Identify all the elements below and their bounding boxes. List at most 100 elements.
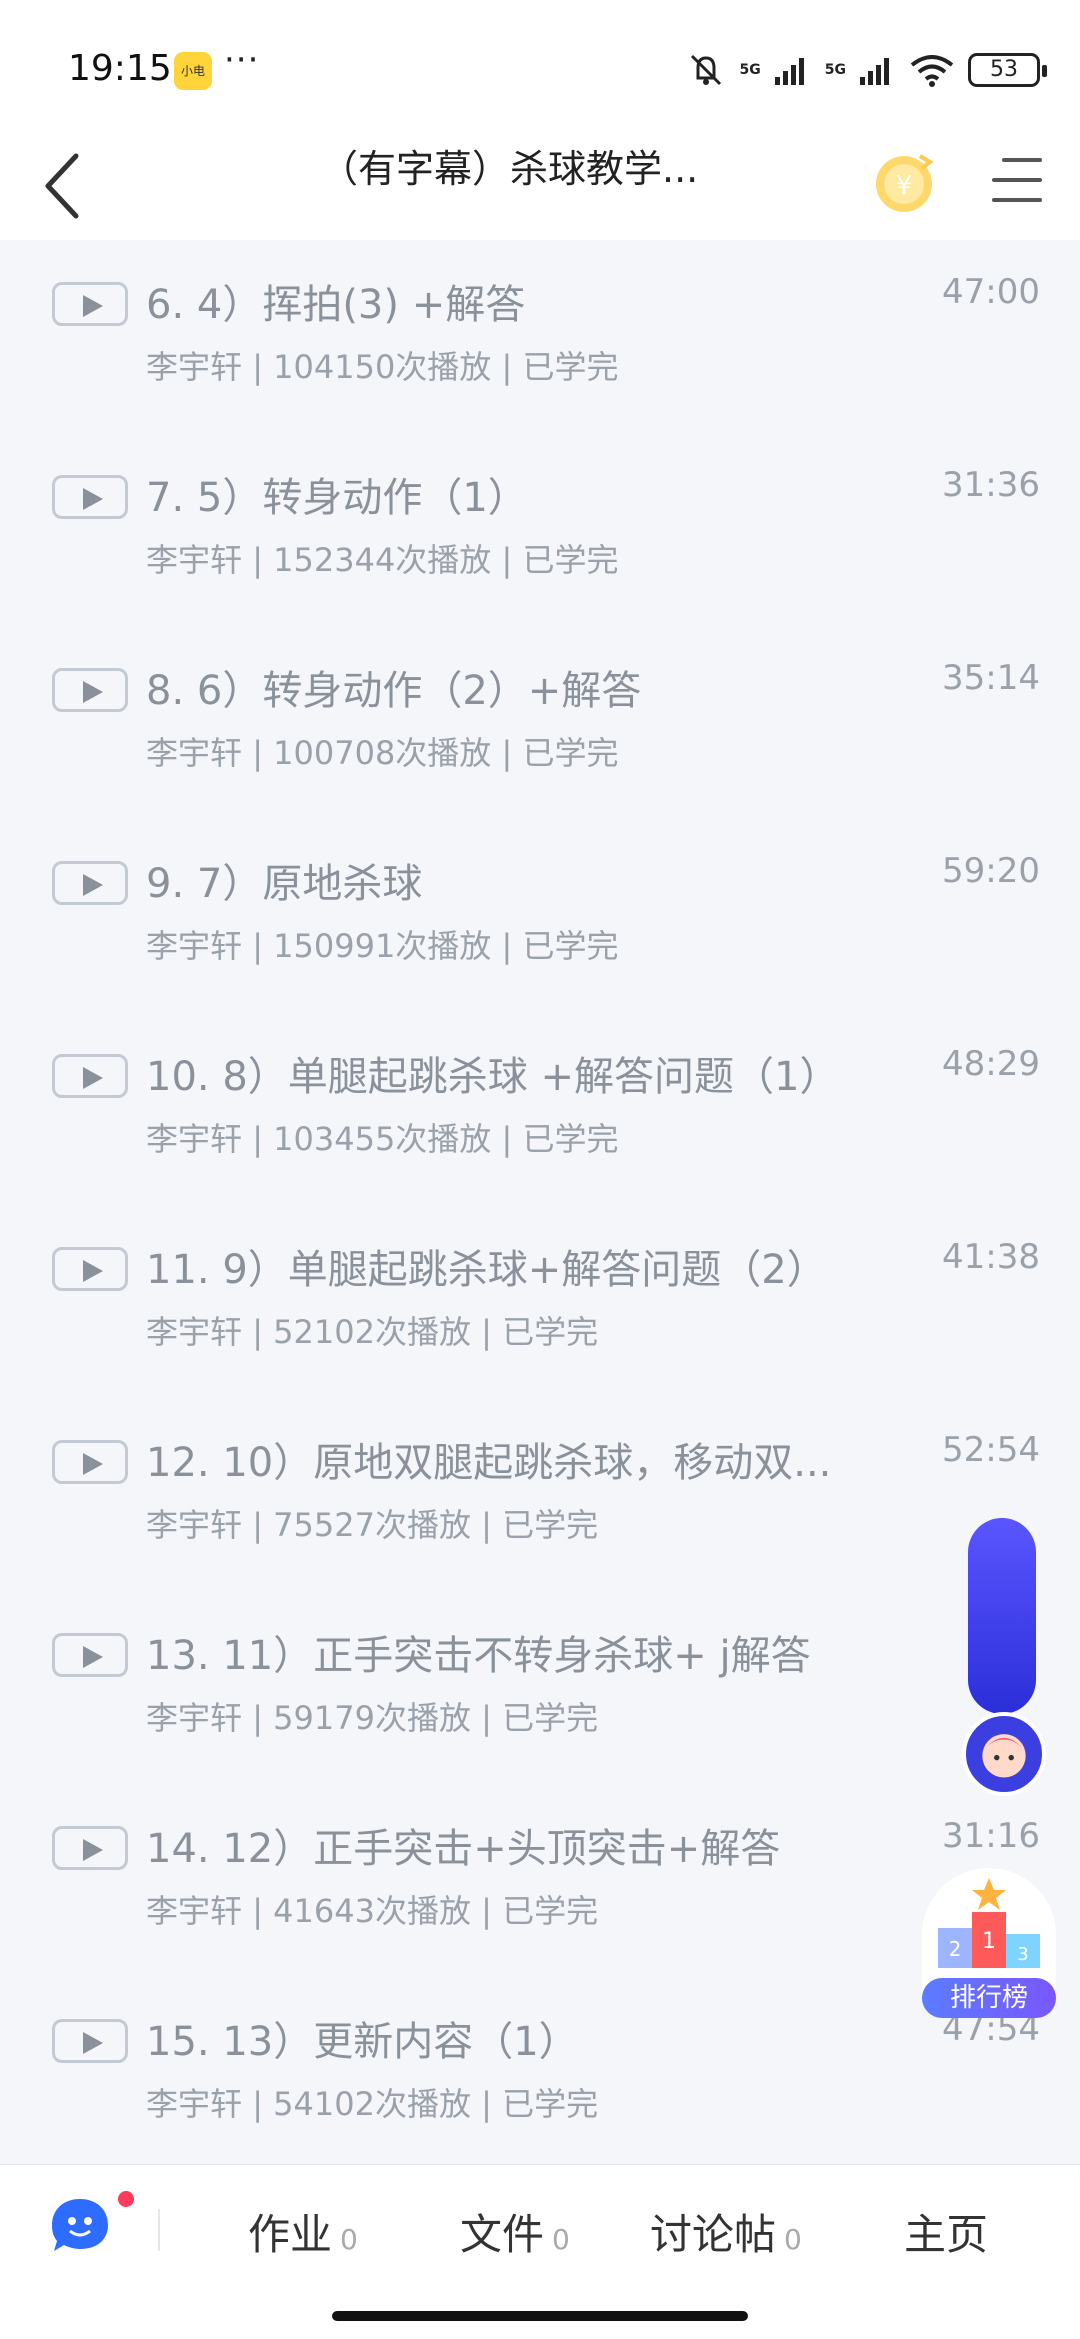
lesson-plays: 54102次播放 xyxy=(273,2085,471,2123)
svg-text:3: 3 xyxy=(1017,1944,1028,1965)
page-title: （有字幕）杀球教学... xyxy=(320,147,699,191)
lesson-title: 15. 13）更新内容（1） xyxy=(146,2019,579,2065)
tab-discussion-label: 讨论帖 xyxy=(650,2210,777,2259)
lesson-item[interactable]: 6. 4）挥拍(3) +解答 李宇轩 | 104150次播放 | 已学完 47:… xyxy=(0,240,1080,433)
lesson-item[interactable]: 8. 6）转身动作（2）+解答 李宇轩 | 100708次播放 | 已学完 35… xyxy=(0,626,1080,819)
lesson-meta: 李宇轩 | 52102次播放 | 已学完 xyxy=(146,1313,599,1351)
lesson-status: 已学完 xyxy=(502,1892,599,1930)
lesson-meta: 李宇轩 | 150991次播放 | 已学完 xyxy=(146,927,619,965)
lesson-title: 13. 11）正手突击不转身杀球+ j解答 xyxy=(146,1633,811,1679)
ranking-button[interactable]: 2 1 3 排行榜 xyxy=(922,1868,1056,2018)
lesson-duration: 48:29 xyxy=(942,1044,1040,1084)
svg-text:1: 1 xyxy=(982,1929,996,1954)
lesson-meta: 李宇轩 | 100708次播放 | 已学完 xyxy=(146,734,619,772)
lesson-list: 6. 4）挥拍(3) +解答 李宇轩 | 104150次播放 | 已学完 47:… xyxy=(0,240,1080,2170)
podium-icon: 2 1 3 xyxy=(938,1878,1040,1968)
lesson-plays: 41643次播放 xyxy=(273,1892,471,1930)
signal-icon-2 xyxy=(860,58,889,85)
lesson-item[interactable]: 10. 8）单腿起跳杀球 +解答问题（1） 李宇轩 | 103455次播放 | … xyxy=(0,1012,1080,1205)
lesson-duration: 35:14 xyxy=(942,658,1040,698)
coin-icon[interactable]: ¥ xyxy=(870,148,940,218)
lesson-status: 已学完 xyxy=(522,1120,619,1158)
lesson-duration: 31:36 xyxy=(942,465,1040,505)
play-icon xyxy=(52,475,128,519)
back-icon[interactable] xyxy=(36,146,96,226)
lesson-item[interactable]: 15. 13）更新内容（1） 李宇轩 | 54102次播放 | 已学完 47:5… xyxy=(0,1977,1080,2170)
tab-files-count: 0 xyxy=(552,2223,570,2256)
play-icon xyxy=(52,1440,128,1484)
lesson-item[interactable]: 9. 7）原地杀球 李宇轩 | 150991次播放 | 已学完 59:20 xyxy=(0,819,1080,1012)
divider xyxy=(158,2209,160,2251)
lesson-plays: 100708次播放 xyxy=(273,734,492,772)
lesson-status: 已学完 xyxy=(522,734,619,772)
lesson-plays: 75527次播放 xyxy=(273,1506,471,1544)
play-icon xyxy=(52,1247,128,1291)
tab-home[interactable]: 主页 xyxy=(904,2201,988,2262)
lesson-meta: 李宇轩 | 54102次播放 | 已学完 xyxy=(146,2085,599,2123)
home-indicator[interactable] xyxy=(332,2311,748,2321)
lesson-title: 7. 5）转身动作（1） xyxy=(146,475,528,521)
app-notification-icon: 小电 xyxy=(174,52,212,90)
tab-files-label: 文件 xyxy=(460,2210,545,2259)
lesson-author: 李宇轩 xyxy=(146,541,243,579)
lesson-author: 李宇轩 xyxy=(146,1506,243,1544)
lesson-plays: 104150次播放 xyxy=(273,348,492,386)
lesson-duration: 47:00 xyxy=(942,272,1040,312)
lesson-author: 李宇轩 xyxy=(146,1699,243,1737)
lesson-author: 李宇轩 xyxy=(146,1892,243,1930)
tab-files[interactable]: 文件 0 xyxy=(460,2201,570,2262)
lesson-item[interactable]: 11. 9）单腿起跳杀球+解答问题（2） 李宇轩 | 52102次播放 | 已学… xyxy=(0,1205,1080,1398)
play-icon xyxy=(52,2019,128,2063)
lesson-author: 李宇轩 xyxy=(146,734,243,772)
lesson-item[interactable]: 14. 12）正手突击+头顶突击+解答 李宇轩 | 41643次播放 | 已学完… xyxy=(0,1784,1080,1977)
lesson-author: 李宇轩 xyxy=(146,1313,243,1351)
lesson-status: 已学完 xyxy=(502,1699,599,1737)
tab-discussion[interactable]: 讨论帖 0 xyxy=(650,2201,802,2262)
app-header: （有字幕）杀球教学... ¥ xyxy=(0,130,1080,240)
network-type-label: 5G xyxy=(739,62,761,78)
lesson-status: 已学完 xyxy=(522,927,619,965)
lesson-duration: 41:38 xyxy=(942,1237,1040,1277)
status-icons: 5G 5G 53 xyxy=(686,48,1047,92)
wifi-icon xyxy=(910,55,954,87)
lesson-title: 14. 12）正手突击+头顶突击+解答 xyxy=(146,1826,781,1872)
lesson-duration: 31:16 xyxy=(942,1816,1040,1856)
battery-icon: 53 xyxy=(968,53,1047,87)
tab-homework-label: 作业 xyxy=(248,2210,333,2259)
lesson-author: 李宇轩 xyxy=(146,927,243,965)
lesson-author: 李宇轩 xyxy=(146,348,243,386)
tab-homework[interactable]: 作业 0 xyxy=(248,2201,358,2262)
lesson-status: 已学完 xyxy=(502,1313,599,1351)
lesson-author: 李宇轩 xyxy=(146,1120,243,1158)
lesson-status: 已学完 xyxy=(522,348,619,386)
floating-assistant-bar[interactable] xyxy=(968,1518,1036,1714)
play-icon xyxy=(52,1826,128,1870)
lesson-item[interactable]: 13. 11）正手突击不转身杀球+ j解答 李宇轩 | 59179次播放 | 已… xyxy=(0,1591,1080,1784)
play-icon xyxy=(52,282,128,326)
lesson-meta: 李宇轩 | 41643次播放 | 已学完 xyxy=(146,1892,599,1930)
lesson-plays: 152344次播放 xyxy=(273,541,492,579)
lesson-title: 6. 4）挥拍(3) +解答 xyxy=(146,282,526,328)
svg-text:¥: ¥ xyxy=(896,171,913,201)
lesson-status: 已学完 xyxy=(522,541,619,579)
chat-icon[interactable] xyxy=(48,2195,112,2255)
lesson-duration: 52:54 xyxy=(942,1430,1040,1470)
lesson-title: 12. 10）原地双腿起跳杀球，移动双... xyxy=(146,1440,832,1486)
lesson-author: 李宇轩 xyxy=(146,2085,243,2123)
tab-home-label: 主页 xyxy=(904,2210,989,2259)
lesson-item[interactable]: 7. 5）转身动作（1） 李宇轩 | 152344次播放 | 已学完 31:36 xyxy=(0,433,1080,626)
play-icon xyxy=(52,1054,128,1098)
play-icon xyxy=(52,861,128,905)
lesson-plays: 59179次播放 xyxy=(273,1699,471,1737)
network-type-label-2: 5G xyxy=(824,62,846,78)
tab-homework-count: 0 xyxy=(340,2223,358,2256)
lesson-title: 10. 8）单腿起跳杀球 +解答问题（1） xyxy=(146,1054,840,1100)
lesson-meta: 李宇轩 | 59179次播放 | 已学完 xyxy=(146,1699,599,1737)
lesson-plays: 52102次播放 xyxy=(273,1313,471,1351)
lesson-plays: 150991次播放 xyxy=(273,927,492,965)
bottom-bar: 作业 0 文件 0 讨论帖 0 主页 xyxy=(0,2164,1080,2339)
assistant-avatar-icon[interactable] xyxy=(962,1712,1046,1796)
menu-icon[interactable] xyxy=(990,152,1046,208)
lesson-meta: 李宇轩 | 152344次播放 | 已学完 xyxy=(146,541,619,579)
lesson-item[interactable]: 12. 10）原地双腿起跳杀球，移动双... 李宇轩 | 75527次播放 | … xyxy=(0,1398,1080,1591)
